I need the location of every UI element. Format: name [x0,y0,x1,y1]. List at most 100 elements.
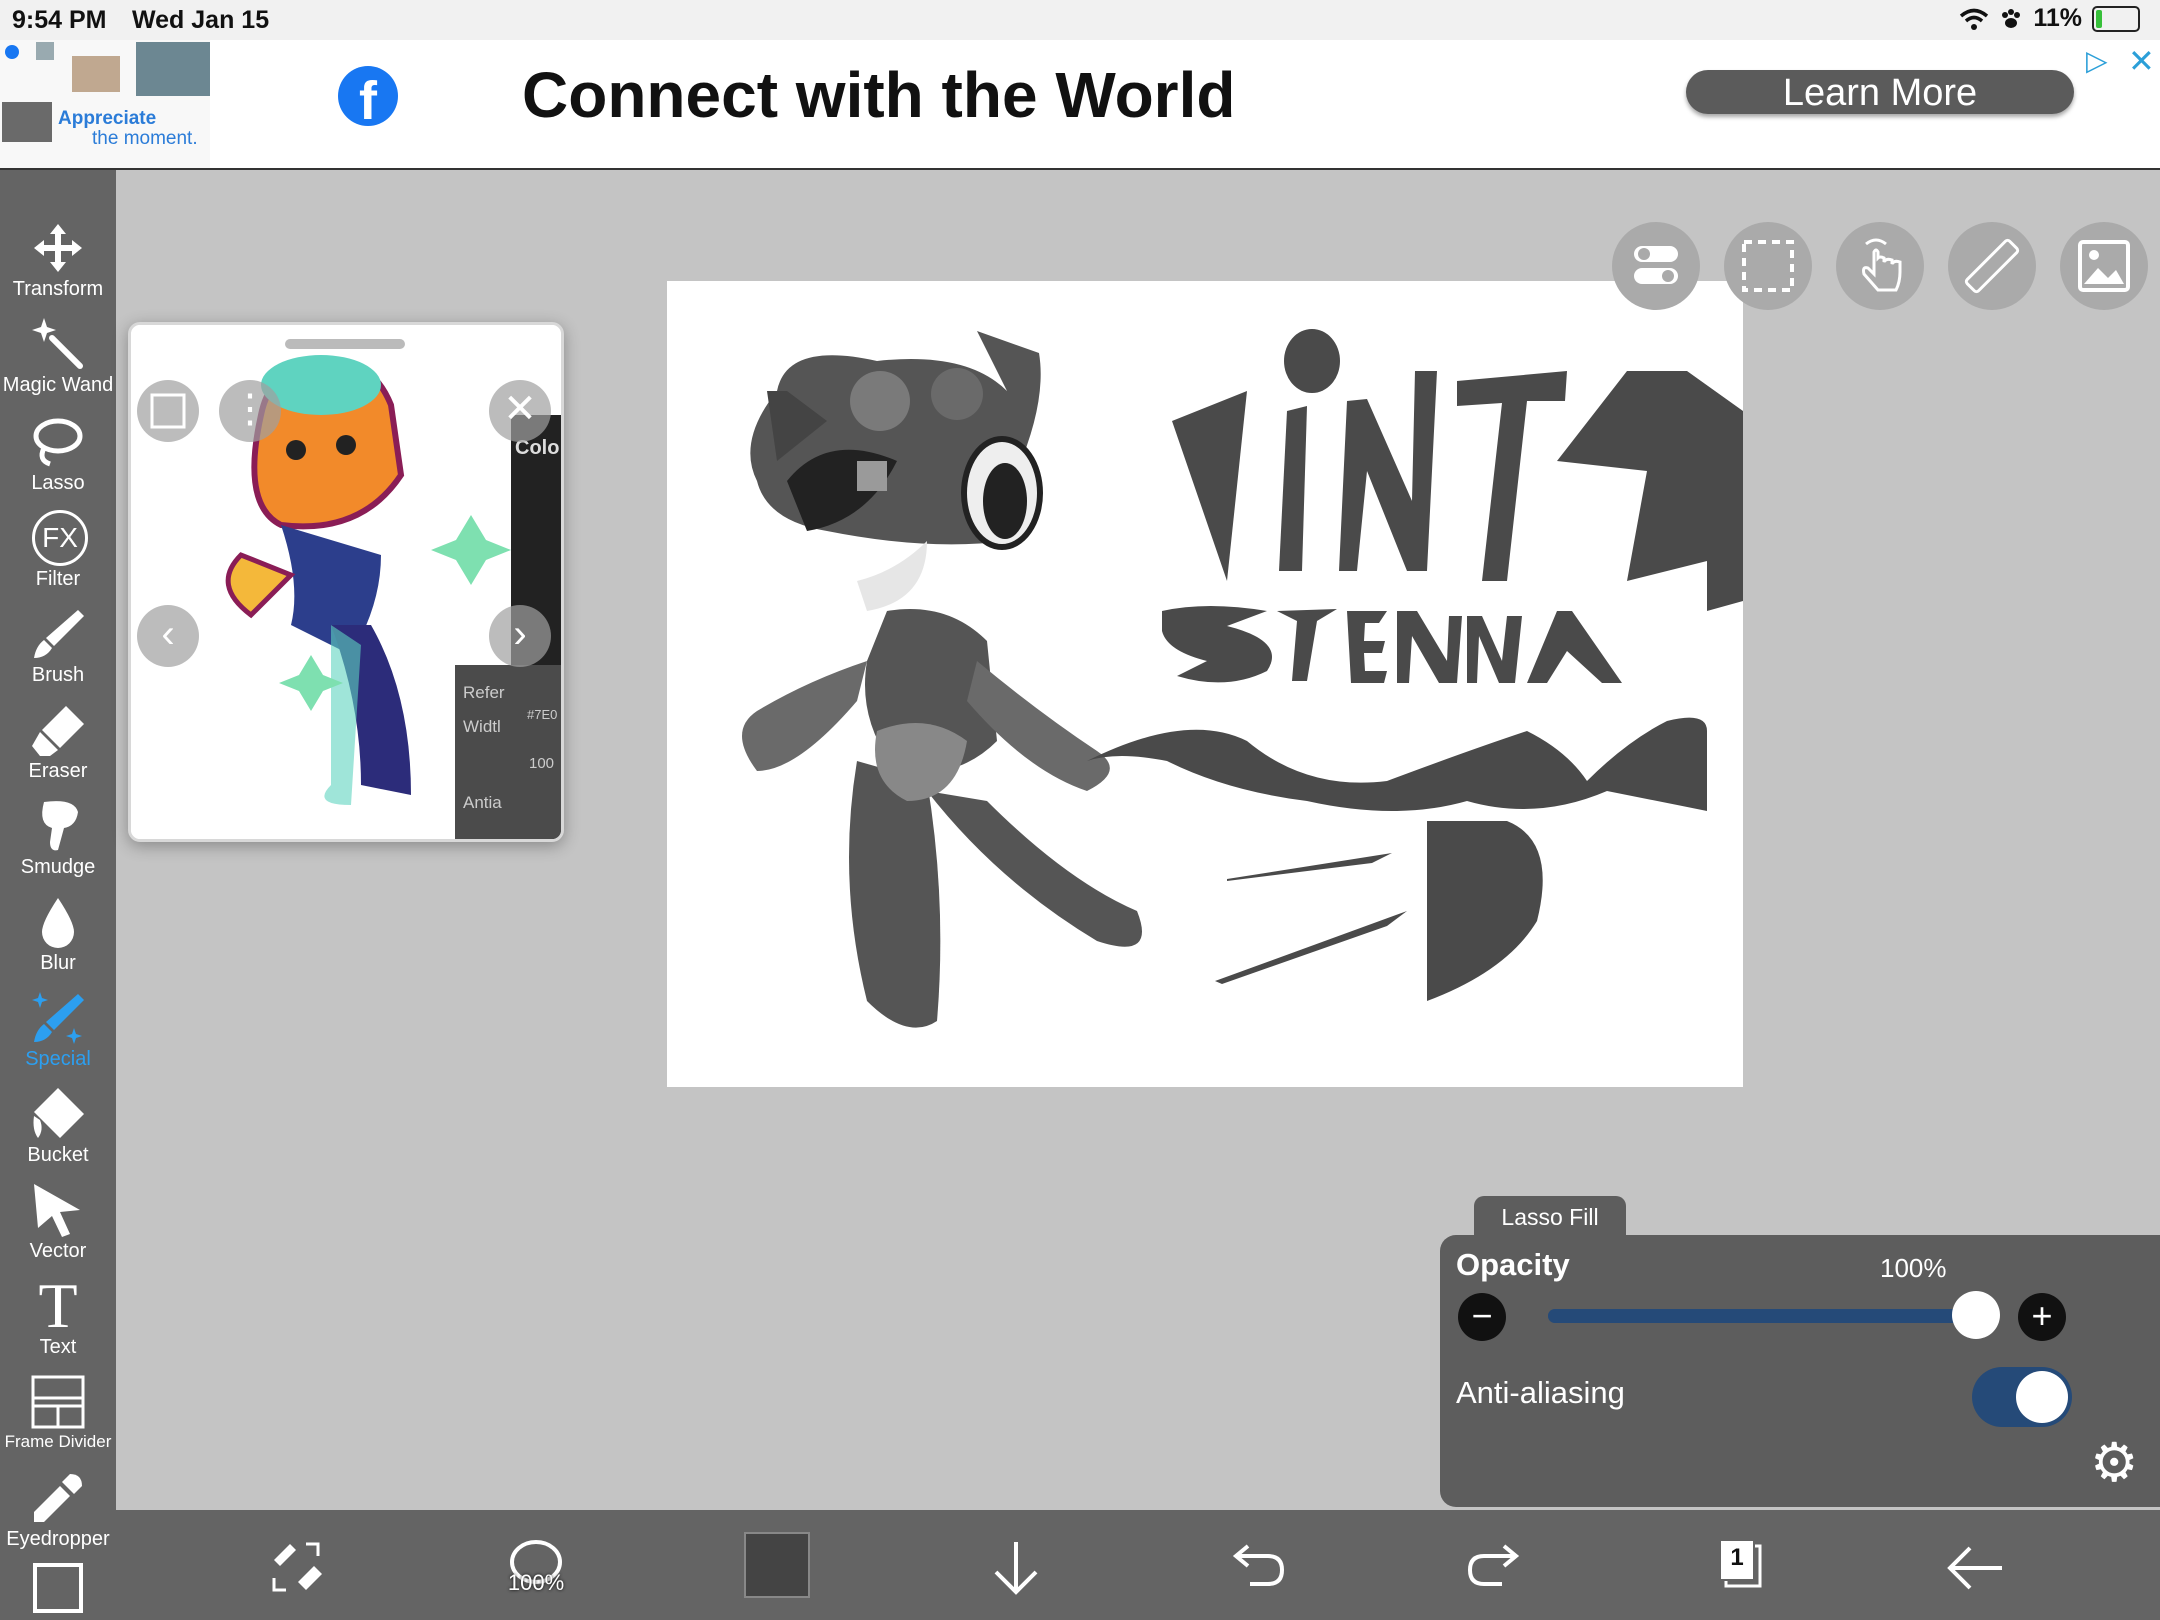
chevron-left-icon: ‹ [161,612,175,656]
tool-bucket[interactable]: Bucket [0,1086,116,1182]
close-icon: ✕ [503,387,537,431]
artwork [742,329,1743,1028]
tool-eraser[interactable]: Eraser [0,702,116,798]
tool-filter[interactable]: FX Filter [0,510,116,606]
tool-smudge[interactable]: Smudge [0,798,116,894]
tool-label: Brush [31,664,85,686]
ad-logo-icon [5,45,19,59]
ad-headline[interactable]: Connect with the World [522,58,1235,132]
ad-thumb-title: Appreciate [58,108,157,129]
ad-close-icon[interactable]: ✕ [2128,42,2155,80]
layers-button[interactable]: 1 [1700,1532,1772,1604]
tool-frame-divider[interactable]: Frame Divider [0,1374,116,1470]
antialiasing-label: Anti-aliasing [1456,1375,1625,1410]
tool-label: Frame Divider [4,1432,112,1451]
arrow-left-icon [1947,1546,2002,1590]
reference-image-button[interactable] [2060,222,2148,310]
reference-next-button[interactable]: › [489,605,551,667]
brush-icon [34,610,84,658]
cat-arm-left [742,661,867,771]
tool-label: Smudge [20,856,96,878]
quick-tool-button[interactable] [260,1532,332,1604]
opacity-decrease-button[interactable]: − [1458,1293,1506,1341]
reference-menu-button[interactable]: ⋮ [219,380,281,442]
chevron-right-icon: › [513,612,527,656]
toggle-icon [1634,246,1678,284]
tool-label: Bucket [27,1144,89,1166]
reference-prev-button[interactable]: ‹ [137,605,199,667]
cat-leg-left [849,761,941,1028]
tool-properties-tab[interactable]: Lasso Fill [1474,1196,1626,1236]
opacity-slider-fill [1548,1309,1976,1323]
status-time: 9:54 PM [12,6,107,34]
tool-text[interactable]: T Text [0,1270,116,1374]
tool-blur[interactable]: Blur [0,894,116,990]
opacity-slider[interactable] [1548,1291,2000,1339]
reference-label-width: Widtl [463,717,501,736]
reference-close-button[interactable]: ✕ [489,380,551,442]
tool-eyedropper[interactable]: Eyedropper [0,1470,116,1566]
tool-lasso[interactable]: Lasso [0,414,116,510]
tool-vector[interactable]: Vector [0,1182,116,1278]
plus-icon: + [2031,1295,2053,1336]
text-icon: T [38,1270,78,1341]
drawing-canvas[interactable] [667,281,1743,1087]
brush-size-button[interactable]: 100% [500,1532,572,1604]
fx-icon: FX [32,510,88,566]
ad-banner[interactable]: Appreciate the moment. f Connect with th… [0,40,2160,170]
tool-transform[interactable]: Transform [0,220,116,316]
undo-button[interactable] [1220,1532,1292,1604]
adchoices-icon[interactable]: ▷ [2086,44,2108,77]
image-icon [2078,240,2130,292]
brush-eraser-swap-icon [272,1542,322,1592]
tool-properties-panel: Opacity 100% − + Anti-aliasing ⚙ [1440,1235,2160,1507]
bucket-icon [33,1088,84,1138]
status-date: Wed Jan 15 [132,6,270,34]
tool-magic-wand[interactable]: Magic Wand [0,316,116,412]
eyedropper-icon [34,1474,82,1522]
lasso-icon [33,418,83,467]
status-right: 11% [1959,4,2140,33]
minus-icon: − [1471,1295,1493,1336]
reference-label-antialias: Antia [463,793,502,812]
selection-icon [1742,240,1794,292]
blur-icon [42,898,74,948]
opacity-increase-button[interactable]: + [2018,1293,2066,1341]
color-swatch [744,1532,810,1598]
selection-button[interactable] [1724,222,1812,310]
reference-drag-handle[interactable] [285,339,405,349]
reference-label-refer: Refer [463,683,505,702]
reference-window[interactable]: Colo Refer Widtl #7E0 100 Antia ⋮ ✕ ‹ › [128,322,564,842]
tool-label: Eyedropper [6,1528,110,1550]
smudge-icon [42,801,78,851]
ad-thumbnail[interactable]: Appreciate the moment. [0,40,210,168]
touch-button[interactable] [1836,222,1924,310]
tool-label: Vector [29,1240,87,1262]
redo-button[interactable] [1460,1532,1532,1604]
undo-icon [1232,1544,1285,1586]
tool-sidebar: Transform Magic Wand Lasso FX Filter Bru… [0,170,116,1620]
tool-label: Transform [12,278,104,300]
ruler-button[interactable] [1948,222,2036,310]
opacity-slider-thumb[interactable] [1952,1291,2000,1339]
facebook-icon: f [338,66,398,126]
gear-icon[interactable]: ⚙ [2090,1431,2138,1494]
antialiasing-toggle[interactable] [1972,1367,2072,1427]
save-down-button[interactable] [980,1532,1052,1604]
special-icon [32,992,84,1044]
reference-frame-button[interactable] [137,380,199,442]
frame-icon[interactable] [32,1562,84,1614]
tool-special[interactable]: Special [0,990,116,1086]
toggle-settings-button[interactable] [1612,222,1700,310]
redo-icon [1467,1544,1520,1586]
eraser-icon [32,706,84,756]
tool-label: Magic Wand [2,374,114,396]
ruler-icon [1964,238,2020,294]
color-swatch-button[interactable] [740,1532,812,1604]
back-button[interactable] [1940,1532,2012,1604]
battery-icon [2092,5,2140,32]
tool-label: Text [39,1336,77,1358]
tool-brush[interactable]: Brush [0,606,116,702]
reference-label-hex: #7E0 [527,707,558,722]
learn-more-button[interactable]: Learn More [1686,70,2074,114]
